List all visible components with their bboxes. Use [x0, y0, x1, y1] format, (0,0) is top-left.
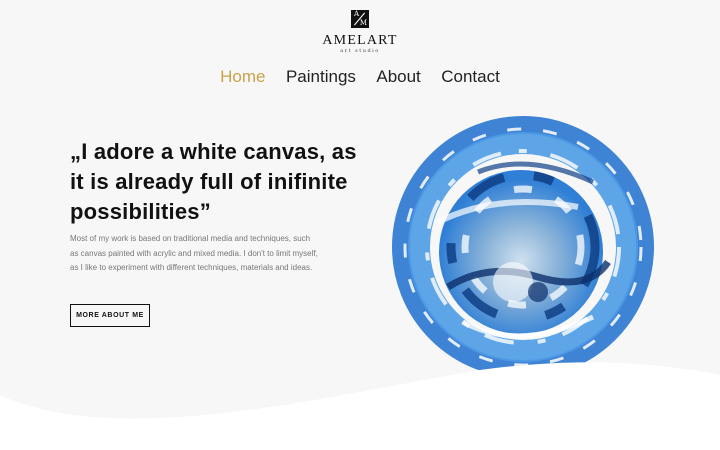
site-logo[interactable]: A M AMELART art studio — [0, 10, 720, 54]
amelart-logo-icon: A M — [351, 10, 369, 28]
hero-title: „I adore a white canvas, as it is alread… — [70, 139, 357, 224]
logo-mark-letter-m: M — [359, 19, 367, 27]
logo-name: AMELART — [322, 33, 398, 48]
nav-item-home[interactable]: Home — [220, 67, 265, 87]
blue-circle-painting — [392, 116, 654, 378]
main-nav: Home Paintings About Contact — [0, 67, 720, 87]
more-about-me-button[interactable]: MORE ABOUT ME — [70, 304, 150, 327]
bottom-wave-decoration — [0, 362, 720, 450]
logo-subtitle: art studio — [340, 48, 380, 54]
hero-description: Most of my work is based on traditional … — [70, 234, 318, 272]
nav-item-about[interactable]: About — [376, 67, 420, 87]
nav-item-paintings[interactable]: Paintings — [286, 67, 356, 87]
nav-item-contact[interactable]: Contact — [441, 67, 500, 87]
